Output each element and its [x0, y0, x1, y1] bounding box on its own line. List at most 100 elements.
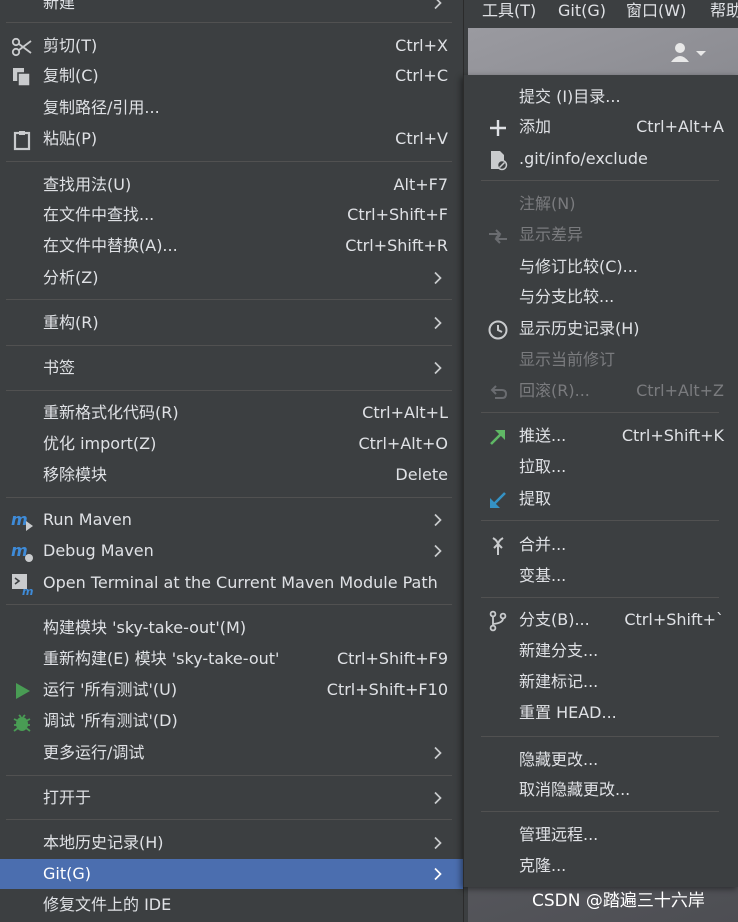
- menubar-help[interactable]: 帮助: [710, 0, 738, 22]
- git-menu-item-22[interactable]: 克隆...: [464, 851, 738, 881]
- context-menu-item-5[interactable]: 查找用法(U) Alt+F7: [0, 170, 463, 200]
- menu-item-label: .git/info/exclude: [519, 149, 648, 168]
- context-menu-item-14[interactable]: m Run Maven: [0, 505, 463, 535]
- git-menu-item-16[interactable]: 新建分支...: [464, 636, 738, 666]
- menu-item-label: 新建: [43, 0, 76, 12]
- context-menu-item-2[interactable]: 复制(C) Ctrl+C: [0, 61, 463, 91]
- copy-icon: [13, 68, 31, 87]
- menu-item-label: Git(G): [43, 864, 91, 883]
- context-menu-item-15[interactable]: m Debug Maven: [0, 536, 463, 566]
- run-icon: [16, 683, 30, 699]
- history-clock-icon: [488, 320, 508, 340]
- menu-item-label: 分支(B)...: [519, 610, 590, 629]
- context-menu-item-23[interactable]: 本地历史记录(H): [0, 828, 463, 858]
- git-submenu: 提交 (I)目录... 添加 Ctrl+Alt+A .git/info/exclude…: [463, 75, 738, 887]
- menubar-git[interactable]: Git(G): [558, 0, 606, 22]
- git-menu-item-3[interactable]: 注解(N): [464, 189, 738, 219]
- menu-item-label: 回滚(R)...: [519, 381, 590, 400]
- git-menu-item-21[interactable]: 管理远程...: [464, 820, 738, 850]
- context-menu-item-9[interactable]: 重构(R): [0, 308, 463, 338]
- git-menu-item-0[interactable]: 提交 (I)目录...: [464, 82, 738, 112]
- menu-item-shortcut: Alt+F7: [393, 175, 448, 194]
- menu-item-label: 拉取...: [519, 457, 567, 476]
- menu-item-shortcut: Ctrl+Shift+F: [347, 205, 448, 224]
- context-menu-item-11[interactable]: 重新格式化代码(R) Ctrl+Alt+L: [0, 398, 463, 428]
- git-menu-item-8[interactable]: 显示当前修订: [464, 345, 738, 375]
- menu-item-shortcut: Ctrl+X: [395, 36, 448, 55]
- menu-item-label: 重构(R): [43, 313, 99, 332]
- git-menu-item-5[interactable]: 与修订比较(C)...: [464, 252, 738, 282]
- context-menu-item-20[interactable]: 调试 '所有测试'(D): [0, 706, 463, 736]
- git-menu-item-12[interactable]: 提取: [464, 484, 738, 514]
- context-menu-item-4[interactable]: 粘贴(P) Ctrl+V: [0, 124, 463, 154]
- user-icon: [671, 43, 706, 62]
- git-menu-item-19[interactable]: 隐藏更改...: [464, 745, 738, 775]
- context-menu-item-0[interactable]: 新建: [0, 0, 463, 18]
- menu-item-label: 剪切(T): [43, 36, 98, 55]
- push-arrow-icon: [490, 430, 505, 445]
- context-menu-item-21[interactable]: 更多运行/调试: [0, 738, 463, 768]
- main-menubar: 工具(T) Git(G) 窗口(W) 帮助: [468, 0, 738, 28]
- menu-item-label: 提取: [519, 489, 552, 508]
- git-ignore-file-icon: [491, 151, 508, 171]
- context-menu-item-18[interactable]: 重新构建(E) 模块 'sky-take-out' Ctrl+Shift+F9: [0, 644, 463, 674]
- context-menu-item-25[interactable]: 修复文件上的 IDE: [0, 890, 463, 920]
- svg-text:m: m: [22, 585, 33, 595]
- chevron-right-icon: [434, 791, 442, 805]
- menu-item-shortcut: Ctrl+Shift+F9: [336, 649, 448, 668]
- menubar-window[interactable]: 窗口(W): [626, 0, 686, 22]
- git-menu-item-15[interactable]: 分支(B)... Ctrl+Shift+`: [464, 605, 738, 635]
- context-menu-item-3[interactable]: 复制路径/引用...: [0, 93, 463, 123]
- context-menu-item-19[interactable]: 运行 '所有测试'(U) Ctrl+Shift+F10: [0, 675, 463, 705]
- menu-item-label: Open Terminal at the Current Maven Modul…: [43, 573, 438, 592]
- menubar-tools[interactable]: 工具(T): [482, 0, 536, 22]
- context-menu-item-1[interactable]: 剪切(T) Ctrl+X: [0, 31, 463, 61]
- context-menu-item-12[interactable]: 优化 import(Z) Ctrl+Alt+O: [0, 429, 463, 459]
- chevron-right-icon: [434, 513, 442, 527]
- menu-item-label: 取消隐藏更改...: [519, 780, 631, 799]
- git-menu-item-9[interactable]: 回滚(R)... Ctrl+Alt+Z: [464, 376, 738, 406]
- menu-separator: [6, 604, 452, 605]
- menu-separator: [481, 597, 719, 598]
- menu-item-label: 本地历史记录(H): [43, 833, 164, 852]
- context-menu-item-8[interactable]: 分析(Z): [0, 263, 463, 293]
- menu-separator: [481, 520, 719, 521]
- menu-item-label: 新建分支...: [519, 641, 599, 660]
- context-menu-item-16[interactable]: m Open Terminal at the Current Maven Modu…: [0, 568, 463, 598]
- scissors-icon: [11, 37, 32, 57]
- maven-debug-icon: m: [11, 541, 33, 562]
- chevron-right-icon: [434, 316, 442, 330]
- account-button[interactable]: [668, 40, 712, 66]
- context-menu-item-10[interactable]: 书签: [0, 353, 463, 383]
- context-menu-item-24[interactable]: Git(G): [0, 859, 463, 889]
- git-menu-item-6[interactable]: 与分支比较...: [464, 282, 738, 312]
- menu-item-label: 在文件中替换(A)...: [43, 236, 178, 255]
- menu-item-label: 查找用法(U): [43, 175, 132, 194]
- menu-item-label: 粘贴(P): [43, 129, 98, 148]
- context-menu-item-7[interactable]: 在文件中替换(A)... Ctrl+Shift+R: [0, 231, 463, 261]
- menu-item-shortcut: Ctrl+Alt+O: [358, 434, 448, 453]
- git-menu-item-17[interactable]: 新建标记...: [464, 667, 738, 697]
- context-menu-item-13[interactable]: 移除模块 Delete: [0, 460, 463, 490]
- git-menu-item-11[interactable]: 拉取...: [464, 452, 738, 482]
- plus-icon: [490, 120, 506, 136]
- git-menu-item-18[interactable]: 重置 HEAD...: [464, 698, 738, 728]
- git-menu-item-4[interactable]: 显示差异: [464, 220, 738, 250]
- git-menu-item-2[interactable]: .git/info/exclude: [464, 144, 738, 174]
- menu-separator: [6, 345, 452, 346]
- chevron-right-icon: [434, 836, 442, 850]
- git-menu-item-14[interactable]: 变基...: [464, 561, 738, 591]
- git-menu-item-20[interactable]: 取消隐藏更改...: [464, 775, 738, 805]
- menu-separator: [6, 22, 452, 23]
- git-menu-item-1[interactable]: 添加 Ctrl+Alt+A: [464, 112, 738, 142]
- menu-separator: [481, 736, 719, 737]
- merge-icon: [492, 537, 504, 555]
- git-menu-item-10[interactable]: 推送... Ctrl+Shift+K: [464, 421, 738, 451]
- context-menu-item-6[interactable]: 在文件中查找... Ctrl+Shift+F: [0, 200, 463, 230]
- menu-item-label: 复制路径/引用...: [43, 98, 160, 117]
- menu-item-shortcut: Ctrl+Shift+`: [624, 610, 724, 629]
- git-menu-item-13[interactable]: 合并...: [464, 530, 738, 560]
- git-menu-item-7[interactable]: 显示历史记录(H): [464, 314, 738, 344]
- context-menu-item-17[interactable]: 构建模块 'sky-take-out'(M): [0, 613, 463, 643]
- context-menu-item-22[interactable]: 打开于: [0, 783, 463, 813]
